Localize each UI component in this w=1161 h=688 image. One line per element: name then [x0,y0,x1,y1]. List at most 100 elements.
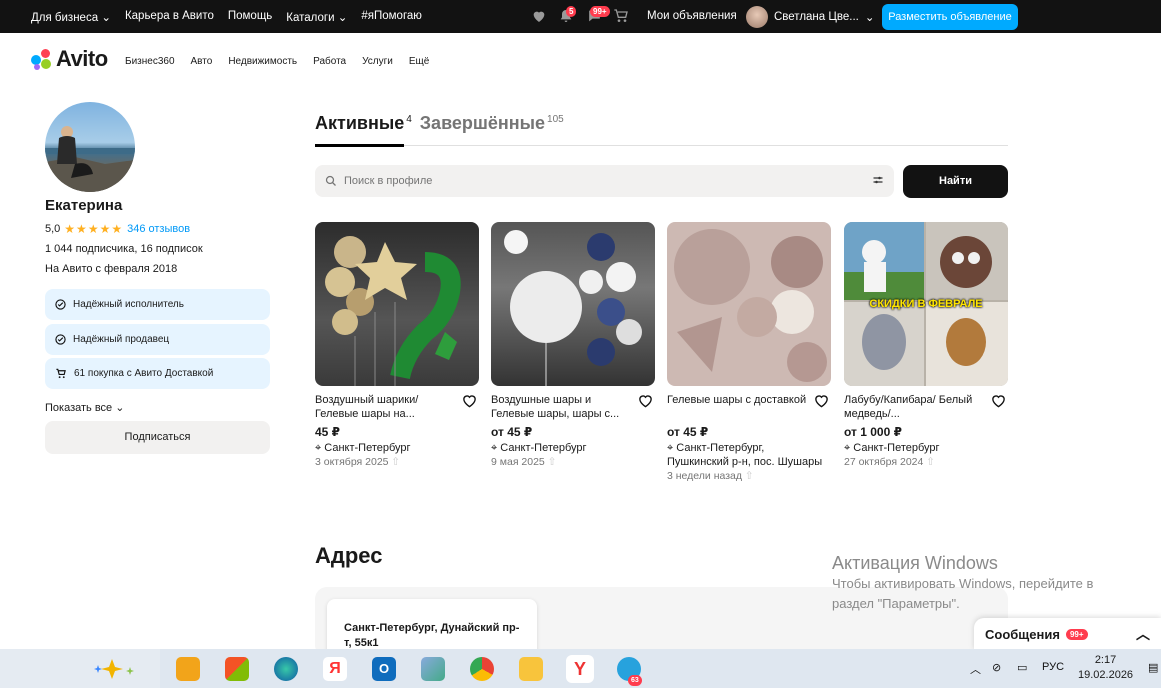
outlook-icon[interactable]: O [372,657,396,681]
place-ad-button[interactable]: Разместить объявление [882,4,1018,30]
filter-settings-icon[interactable] [872,174,884,186]
tab-active-count: 4 [406,114,412,125]
check-circle-icon [55,299,66,310]
tab-active[interactable]: Активные 4 [315,113,412,134]
reviews-link[interactable]: 346 отзывов [127,223,190,235]
catnav-business360[interactable]: Бизнес360 [125,56,175,67]
watermark-line3: раздел "Параметры". [832,596,960,611]
top-nav-help[interactable]: Помощь [228,10,272,24]
windows-taskbar: Я O Y 63 ︿ ⊘ ▭ РУС 2:17 19.02.2026 ▤ [0,649,1161,688]
balloons-white-blue-image [504,230,642,386]
listing-card[interactable]: Воздушный шарики/ Гелевые шары на... 45 … [315,222,479,468]
catnav-auto[interactable]: Авто [191,56,213,67]
top-nav-catalogs[interactable]: Каталоги ⌄ [286,10,347,24]
profile-since: На Авито с февраля 2018 [45,263,178,275]
yandex-app-icon[interactable]: Y [566,655,594,683]
search-icon [325,175,336,186]
catnav-jobs[interactable]: Работа [313,56,346,67]
edge-browser-icon[interactable] [274,657,298,681]
user-menu[interactable]: Светлана Цве... ⌄ [746,6,874,28]
notes-app-icon[interactable] [421,657,445,681]
taskbar-clock[interactable]: 2:17 19.02.2026 [1078,653,1133,683]
top-nav-career[interactable]: Карьера в Авито [125,10,214,24]
show-all-link[interactable]: Показать все ⌄ [45,401,124,414]
file-explorer-icon[interactable] [519,657,543,681]
messages-label: Сообщения [985,626,1060,642]
notifications-icon[interactable]: ▤ [1148,661,1158,674]
balloons-gold-green-image [325,236,461,386]
ms-store-icon[interactable] [225,657,249,681]
clock-date: 19.02.2026 [1078,669,1134,681]
yandex-browser-icon[interactable]: Я [323,657,347,681]
language-indicator[interactable]: РУС [1042,661,1064,673]
top-nav-business[interactable]: Для бизнеса ⌄ [31,10,111,24]
chat-badge: 99+ [590,6,610,17]
search-submit-button[interactable]: Найти [903,165,1008,198]
favorites-heart-icon[interactable] [531,8,547,24]
favorite-heart-icon[interactable] [462,394,477,408]
subscribe-button[interactable]: Подписаться [45,421,270,454]
my-ads-link[interactable]: Мои объявления [647,10,737,22]
listing-image[interactable] [315,222,479,386]
top-nav-i-help[interactable]: #яПомогаю [361,10,422,24]
taskbar-widgets[interactable] [0,649,160,688]
chevron-down-icon: ⌄ [864,12,875,24]
profile-rating: 5,0 ★★★★★ 346 отзывов [45,222,190,236]
chevron-down-icon: ⌄ [101,12,111,24]
listing-title[interactable]: Лабубу/Капибара/ Белый медведь/... [844,393,984,421]
badge-reliable-performer[interactable]: Надёжный исполнитель [45,289,270,320]
listing-location-block: ⌖ Санкт-Петербург, Пушкинский р-н, пос. … [667,441,827,484]
listing-date: 9 мая 2025 ⇧ [491,455,651,470]
listing-card[interactable]: СКИДКИ В ФЕВРАЛЕ Лабубу/Капибара/ Белый … [844,222,1008,468]
profile-avatar[interactable] [45,102,135,192]
messages-panel[interactable]: Сообщения 99+ ︿ [974,618,1161,650]
listing-title[interactable]: Воздушный шарики/ Гелевые шары на... [315,393,455,421]
windows-activation-watermark: Активация Windows Чтобы активировать Win… [832,553,1093,614]
catnav-realty[interactable]: Недвижимость [228,56,297,67]
badge-label: Надёжный продавец [73,334,170,345]
listing-title[interactable]: Воздушные шары и Гелевые шары, шары с... [491,393,631,421]
listing-card[interactable]: Воздушные шары и Гелевые шары, шары с...… [491,222,655,468]
badge-reliable-seller[interactable]: Надёжный продавец [45,324,270,355]
profile-name: Екатерина [45,197,123,214]
cart-icon[interactable] [612,8,630,24]
profile-search-input[interactable]: Поиск в профиле [315,165,894,197]
listing-date-text: 3 недели назад [667,470,742,482]
chevron-up-icon[interactable]: ︿ [1136,624,1150,644]
catnav-more[interactable]: Ещё [409,56,429,67]
listing-image[interactable] [667,222,831,386]
tray-chevron-up-icon[interactable]: ︿ [970,661,981,677]
chevron-down-icon: ⌄ [337,12,348,24]
cart-icon [56,368,66,379]
watermark-line1: Активация Windows [832,553,998,573]
favorite-heart-icon[interactable] [814,394,829,408]
boost-arrow-icon: ⇧ [926,456,936,468]
favorite-heart-icon[interactable] [638,394,653,408]
listing-location: Санкт-Петербург [324,442,411,454]
listing-date: 3 октября 2025 ⇧ [315,455,475,470]
category-nav: Бизнес360 Авто Недвижимость Работа Услуг… [125,56,429,67]
listing-location: Санкт-Петербург [500,442,587,454]
listing-image[interactable]: СКИДКИ В ФЕВРАЛЕ [844,222,1008,386]
badge-delivery-purchases[interactable]: 61 покупка с Авито Доставкой [45,358,270,389]
chrome-icon[interactable] [470,657,494,681]
profile-subscribers: 1 044 подписчика, 16 подписок [45,243,203,255]
watermark-line2: Чтобы активировать Windows, перейдите в [832,576,1094,591]
balloons-pink-image [674,229,827,382]
badge-label: Надёжный исполнитель [73,299,184,310]
network-off-icon[interactable]: ⊘ [992,661,1001,674]
listing-title[interactable]: Гелевые шары с доставкой [667,393,807,407]
tab-completed[interactable]: Завершённые 105 [420,113,564,134]
listing-date: 27 октября 2024 ⇧ [844,455,1004,470]
boost-arrow-icon: ⇧ [391,456,401,468]
sparkle-icon [94,659,134,679]
listing-card[interactable]: Гелевые шары с доставкой от 45 ₽ ⌖ Санкт… [667,222,831,482]
favorite-heart-icon[interactable] [991,394,1006,408]
address-heading: Адрес [315,543,383,568]
listing-date-text: 27 октября 2024 [844,456,924,468]
battery-icon[interactable]: ▭ [1017,661,1027,674]
listing-image[interactable] [491,222,655,386]
media-player-icon[interactable] [176,657,200,681]
catnav-services[interactable]: Услуги [362,56,393,67]
avito-logo[interactable]: Avito [31,46,108,72]
